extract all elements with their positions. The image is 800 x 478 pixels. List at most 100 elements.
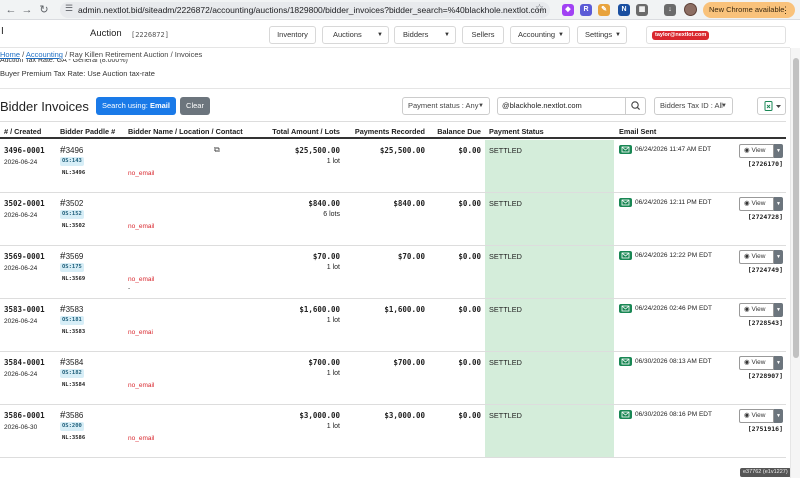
- search-button[interactable]: [625, 97, 646, 115]
- nav-settings[interactable]: Settings ▼: [577, 26, 627, 44]
- total-amount: $25,500.00: [294, 146, 340, 155]
- os-tag: OS:143: [60, 157, 84, 166]
- search-using-value: Email: [149, 101, 170, 110]
- eye-icon: ◉: [744, 200, 750, 207]
- col-status[interactable]: Payment Status: [489, 127, 544, 136]
- extension-icon[interactable]: ◆: [562, 4, 574, 16]
- chrome-update-button[interactable]: New Chrome available ⋮: [703, 2, 795, 18]
- extension-icon[interactable]: ✎: [598, 4, 610, 16]
- breadcrumb-home[interactable]: Home: [0, 50, 20, 59]
- view-button[interactable]: ◉ View: [739, 144, 774, 158]
- lot-count: 1 lot: [326, 423, 340, 430]
- col-payments[interactable]: Payments Recorded: [355, 127, 425, 136]
- back-icon[interactable]: ←: [4, 3, 18, 17]
- scrollbar-thumb[interactable]: [793, 58, 799, 358]
- nav-inventory[interactable]: Inventory: [269, 26, 316, 44]
- view-dropdown-caret[interactable]: ▼: [774, 409, 783, 423]
- eye-icon: ◉: [744, 253, 750, 260]
- invoices-heading: Bidder Invoices: [0, 99, 89, 114]
- scrollbar[interactable]: [790, 48, 800, 478]
- nav-auctions[interactable]: Auctions ▼: [322, 26, 389, 44]
- filter-label: Payment status : Any: [408, 101, 479, 110]
- eye-icon: ◉: [744, 306, 750, 313]
- address-bar[interactable]: ☰ admin.nextlot.bid/siteadm/2226872/acco…: [60, 2, 550, 18]
- payment-status: SETTLED: [489, 252, 522, 261]
- view-dropdown-caret[interactable]: ▼: [774, 356, 783, 370]
- nav-label: Sellers: [471, 30, 495, 39]
- user-email-badge[interactable]: taylor@nextlot.com: [652, 31, 710, 40]
- nl-tag: NL:3584: [62, 382, 86, 388]
- caret-down-icon: ▼: [615, 32, 621, 38]
- site-info-icon[interactable]: ☰: [65, 3, 73, 14]
- view-label: View: [751, 147, 766, 154]
- invoice-id: [2728543]: [747, 319, 783, 327]
- view-dropdown-caret[interactable]: ▼: [774, 144, 783, 158]
- view-button[interactable]: ◉ View: [739, 409, 774, 423]
- paddle-number: 3569: [65, 252, 84, 261]
- invoice-id: [2751916]: [747, 425, 783, 433]
- nav-sellers[interactable]: Sellers: [462, 26, 504, 44]
- bidder-contact: no_email: [128, 223, 155, 230]
- bidder-paddle[interactable]: #3584: [60, 357, 83, 368]
- clear-button[interactable]: Clear: [180, 97, 210, 115]
- col-email[interactable]: Email Sent: [619, 127, 656, 136]
- profile-avatar[interactable]: [684, 3, 697, 16]
- menu-dots-icon[interactable]: ⋮: [781, 2, 790, 18]
- forward-icon[interactable]: →: [20, 3, 34, 17]
- view-dropdown-caret[interactable]: ▼: [774, 197, 783, 211]
- nl-tag: NL:3569: [62, 276, 86, 282]
- bidder-search-input[interactable]: @blackhole.nextlot.com: [497, 97, 625, 115]
- external-link-icon[interactable]: ⧉: [214, 145, 220, 155]
- view-dropdown-caret[interactable]: ▼: [774, 303, 783, 317]
- extension-icon[interactable]: R: [580, 4, 592, 16]
- view-button[interactable]: ◉ View: [739, 197, 774, 211]
- invoice-date: 2026-06-24: [4, 265, 38, 272]
- col-total[interactable]: Total Amount / Lots: [272, 127, 340, 136]
- bidder-contact: no_email: [128, 435, 155, 442]
- view-button[interactable]: ◉ View: [739, 303, 774, 317]
- export-button[interactable]: [757, 97, 786, 115]
- invoice-date: 2026-06-24: [4, 371, 38, 378]
- payments-recorded: $840.00: [393, 199, 425, 208]
- payment-status-filter[interactable]: Payment status : Any ▼: [402, 97, 490, 115]
- download-icon[interactable]: ↓: [664, 4, 676, 16]
- extension-icon[interactable]: N: [618, 4, 630, 16]
- view-dropdown-caret[interactable]: ▼: [774, 250, 783, 264]
- invoice-number[interactable]: 3583-0001: [4, 305, 45, 314]
- invoice-number[interactable]: 3502-0001: [4, 199, 45, 208]
- invoice-number[interactable]: 3569-0001: [4, 252, 45, 261]
- nav-bidders[interactable]: Bidders ▼: [394, 26, 456, 44]
- reload-icon[interactable]: ↻: [37, 3, 51, 17]
- bidder-paddle[interactable]: #3502: [60, 198, 83, 209]
- paddle-number: 3502: [65, 199, 84, 208]
- tax-id-filter[interactable]: Bidders Tax ID : All ▼: [654, 97, 733, 115]
- col-created[interactable]: # / Created: [4, 127, 41, 136]
- total-amount: $840.00: [308, 199, 340, 208]
- bidder-paddle[interactable]: #3496: [60, 145, 83, 156]
- col-balance[interactable]: Balance Due: [437, 127, 481, 136]
- invoice-number[interactable]: 3584-0001: [4, 358, 45, 367]
- table-row: 3584-0001 2026-06-24 #3584 OS:182 NL:3584 no_…: [0, 352, 786, 405]
- col-name[interactable]: Bidder Name / Location / Contact: [128, 127, 243, 136]
- nav-label: Auctions: [333, 30, 362, 39]
- caret-down-icon: ▼: [478, 103, 484, 109]
- view-button[interactable]: ◉ View: [739, 250, 774, 264]
- invoice-id: [2726170]: [747, 160, 783, 168]
- caret-down-icon: ▼: [377, 32, 383, 38]
- nav-accounting[interactable]: Accounting ▼: [510, 26, 570, 44]
- search-using-button[interactable]: Search using: Email: [96, 97, 176, 115]
- invoice-number[interactable]: 3586-0001: [4, 411, 45, 420]
- bidder-paddle[interactable]: #3569: [60, 251, 83, 262]
- extension-icon[interactable]: ▦: [636, 4, 648, 16]
- invoice-number[interactable]: 3496-0001: [4, 146, 45, 155]
- bidder-paddle[interactable]: #3583: [60, 304, 83, 315]
- lot-count: 6 lots: [323, 211, 340, 218]
- envelope-icon: [619, 304, 632, 313]
- bidder-paddle[interactable]: #3586: [60, 410, 83, 421]
- breadcrumb-accounting[interactable]: Accounting: [26, 50, 63, 59]
- col-paddle[interactable]: Bidder Paddle #: [60, 127, 115, 136]
- caret-down-icon: ▼: [721, 103, 727, 109]
- view-button[interactable]: ◉ View: [739, 356, 774, 370]
- bookmark-star-icon[interactable]: ☆: [535, 3, 544, 14]
- eye-icon: ◉: [744, 147, 750, 154]
